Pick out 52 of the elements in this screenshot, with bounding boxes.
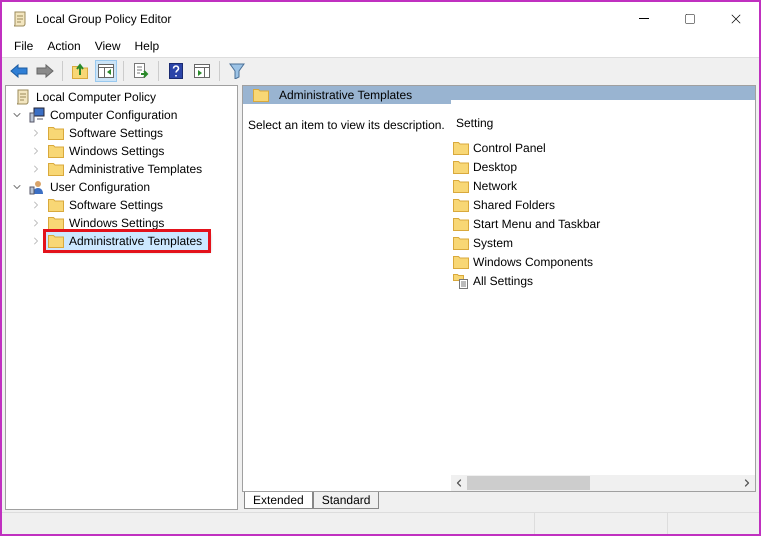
folder-icon <box>48 234 64 248</box>
scroll-icon <box>15 89 31 105</box>
menu-item[interactable]: Help <box>128 37 166 55</box>
setting-item[interactable]: Shared Folders <box>451 195 560 214</box>
folder-icon <box>48 216 64 230</box>
menu-item[interactable]: View <box>88 37 128 55</box>
description-text: Select an item to view its description. <box>248 118 445 132</box>
tree-item[interactable]: Software Settings <box>46 124 170 142</box>
setting-item[interactable]: Control Panel <box>451 138 550 157</box>
menu-item[interactable]: File <box>7 37 40 55</box>
menu-item[interactable]: Action <box>40 37 88 55</box>
folder-icon <box>48 162 64 176</box>
view-tab[interactable]: Standard <box>312 492 380 509</box>
setting-item[interactable]: System <box>451 233 518 252</box>
tree-item[interactable]: Software Settings <box>46 196 170 214</box>
maximize-icon <box>684 12 696 24</box>
tree-item[interactable]: User Configuration <box>27 178 156 196</box>
folder-icon <box>453 198 469 212</box>
tree-pane-icon[interactable] <box>98 64 114 78</box>
scrollbar-thumb[interactable] <box>467 476 590 490</box>
minimize-icon <box>639 18 649 19</box>
action-pane-icon[interactable] <box>194 64 210 78</box>
tree-item[interactable]: Windows Settings <box>46 142 170 160</box>
folder-icon <box>453 140 469 154</box>
setting-item[interactable]: Start Menu and Taskbar <box>451 214 604 233</box>
user-icon <box>29 179 45 195</box>
setting-item[interactable]: Windows Components <box>451 252 598 271</box>
tree-item[interactable]: Windows Settings <box>46 214 170 232</box>
scroll-icon <box>12 10 28 26</box>
setting-item[interactable]: Network <box>451 176 522 195</box>
tree-item[interactable]: Administrative Templates <box>46 160 208 178</box>
view-tab[interactable]: Extended <box>244 492 313 509</box>
setting-item[interactable]: All Settings <box>451 271 538 290</box>
folder-icon <box>48 144 64 158</box>
computer-icon <box>29 107 45 123</box>
folder-icon <box>453 216 469 230</box>
folder-icon <box>253 88 269 102</box>
tree-item[interactable]: Local Computer Policy <box>13 88 162 106</box>
tree-item[interactable]: Administrative Templates <box>46 232 208 250</box>
help-icon[interactable] <box>169 62 183 78</box>
tree-item[interactable]: Computer Configuration <box>27 106 184 124</box>
toolbar-button[interactable] <box>95 60 117 82</box>
folder-icon <box>48 198 64 212</box>
folder-icon <box>453 160 469 174</box>
setting-item[interactable]: Desktop <box>451 157 522 176</box>
folder-icon <box>453 178 469 192</box>
window-title: Local Group Policy Editor <box>36 10 172 28</box>
horizontal-scrollbar[interactable] <box>451 475 755 491</box>
folder-icon <box>453 236 469 250</box>
folder-icon <box>453 254 469 268</box>
column-header[interactable]: Setting <box>456 116 494 130</box>
folder-icon <box>48 126 64 140</box>
